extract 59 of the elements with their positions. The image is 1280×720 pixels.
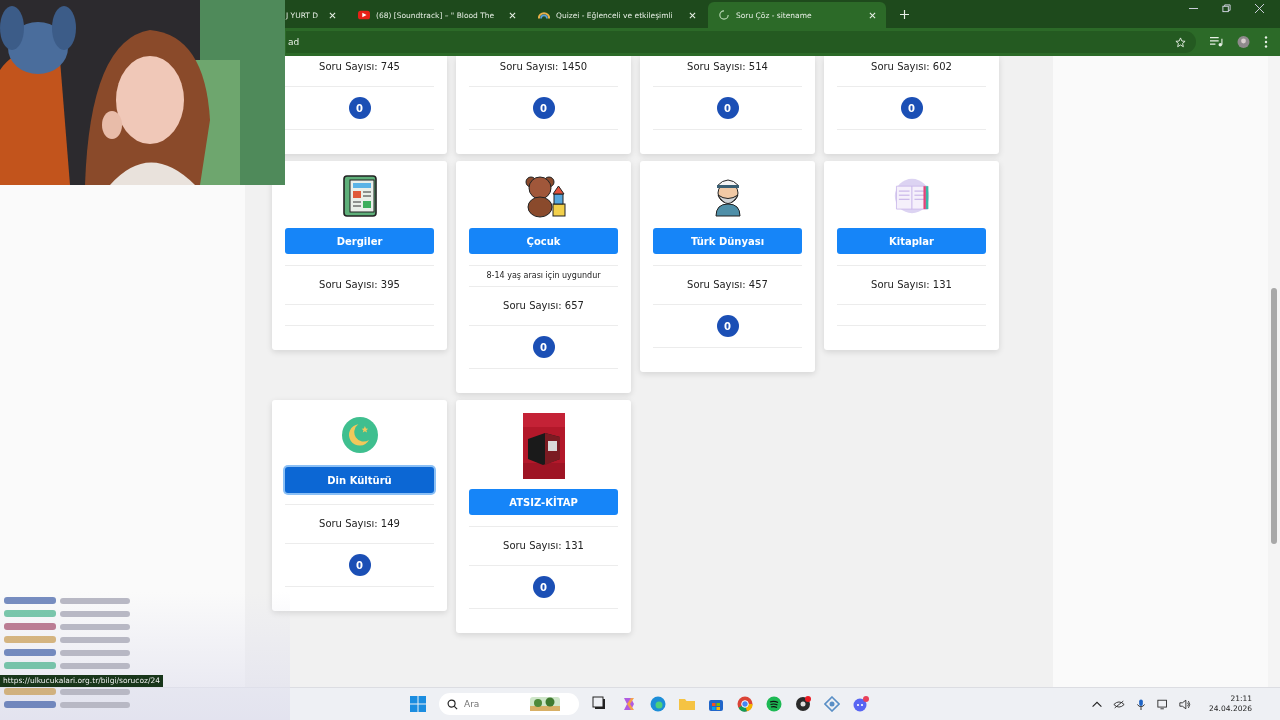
close-icon[interactable] xyxy=(1255,3,1264,13)
volume-icon[interactable] xyxy=(1179,698,1192,710)
scrollbar[interactable] xyxy=(1268,56,1280,687)
close-icon[interactable] xyxy=(509,11,516,19)
hidden-eye-icon[interactable] xyxy=(1113,698,1126,710)
question-count: Soru Sayısı: 131 xyxy=(871,278,952,292)
score-badge: 0 xyxy=(900,97,923,119)
score-badge: 0 xyxy=(348,97,371,119)
app-icon[interactable] xyxy=(824,696,840,712)
question-count: Soru Sayısı: 1450 xyxy=(499,60,588,74)
score-badge: 0 xyxy=(716,315,739,337)
category-button[interactable]: Çocuk xyxy=(469,228,618,254)
loading-spinner-icon xyxy=(718,10,730,20)
question-count: Soru Sayısı: 657 xyxy=(503,299,584,313)
edge-browser-icon[interactable] xyxy=(650,696,666,712)
new-tab-icon[interactable] xyxy=(900,10,909,19)
search-input[interactable]: Ara xyxy=(464,699,524,709)
category-button[interactable]: Türk Dünyası xyxy=(653,228,802,254)
score-badge: 0 xyxy=(348,554,371,576)
category-description: 8-14 yaş arası için uygundur xyxy=(486,270,601,282)
question-count: Soru Sayısı: 514 xyxy=(687,60,768,74)
profile-avatar-icon[interactable] xyxy=(1237,36,1250,48)
address-bar[interactable]: ad xyxy=(286,31,1196,53)
category-button[interactable]: Kitaplar xyxy=(837,228,986,254)
microphone-icon[interactable] xyxy=(1135,698,1148,710)
windows-start-icon[interactable] xyxy=(410,696,426,712)
score-badge: 0 xyxy=(532,97,555,119)
score-badge: 0 xyxy=(532,576,555,598)
question-count: Soru Sayısı: 131 xyxy=(503,539,584,553)
category-button[interactable]: ATSIZ-KİTAP xyxy=(469,489,618,515)
category-button[interactable]: Din Kültürü xyxy=(285,467,434,493)
close-icon[interactable] xyxy=(869,11,876,19)
close-icon[interactable] xyxy=(689,11,696,19)
score-badge: 0 xyxy=(716,97,739,119)
score-badge: 0 xyxy=(532,336,555,358)
spotify-icon[interactable] xyxy=(766,696,782,712)
question-count: Soru Sayısı: 395 xyxy=(319,278,400,292)
rainbow-icon xyxy=(538,10,550,20)
video-icon xyxy=(358,10,370,20)
copilot-icon[interactable] xyxy=(621,696,637,712)
discord-icon[interactable] xyxy=(853,696,869,712)
question-count: Soru Sayısı: 745 xyxy=(319,60,400,74)
task-view-icon[interactable] xyxy=(592,696,608,712)
taskbar-search-bar[interactable]: Ara xyxy=(439,693,579,715)
question-count: Soru Sayısı: 457 xyxy=(687,278,768,292)
network-icon[interactable] xyxy=(1157,698,1170,710)
media-icon[interactable] xyxy=(1210,36,1223,48)
search-icon xyxy=(447,698,458,710)
question-count: Soru Sayısı: 602 xyxy=(871,60,952,74)
chrome-browser-icon[interactable] xyxy=(737,696,753,712)
star-icon[interactable] xyxy=(1175,36,1186,48)
question-count: Soru Sayısı: 149 xyxy=(319,517,400,531)
menu-icon[interactable] xyxy=(1264,36,1268,48)
newspaper-icon xyxy=(341,174,378,218)
close-icon[interactable] xyxy=(329,11,336,19)
scrollbar-thumb[interactable] xyxy=(1271,288,1277,544)
obs-icon[interactable] xyxy=(795,696,811,712)
category-button[interactable]: Dergiler xyxy=(285,228,434,254)
restore-icon[interactable] xyxy=(1222,3,1231,13)
